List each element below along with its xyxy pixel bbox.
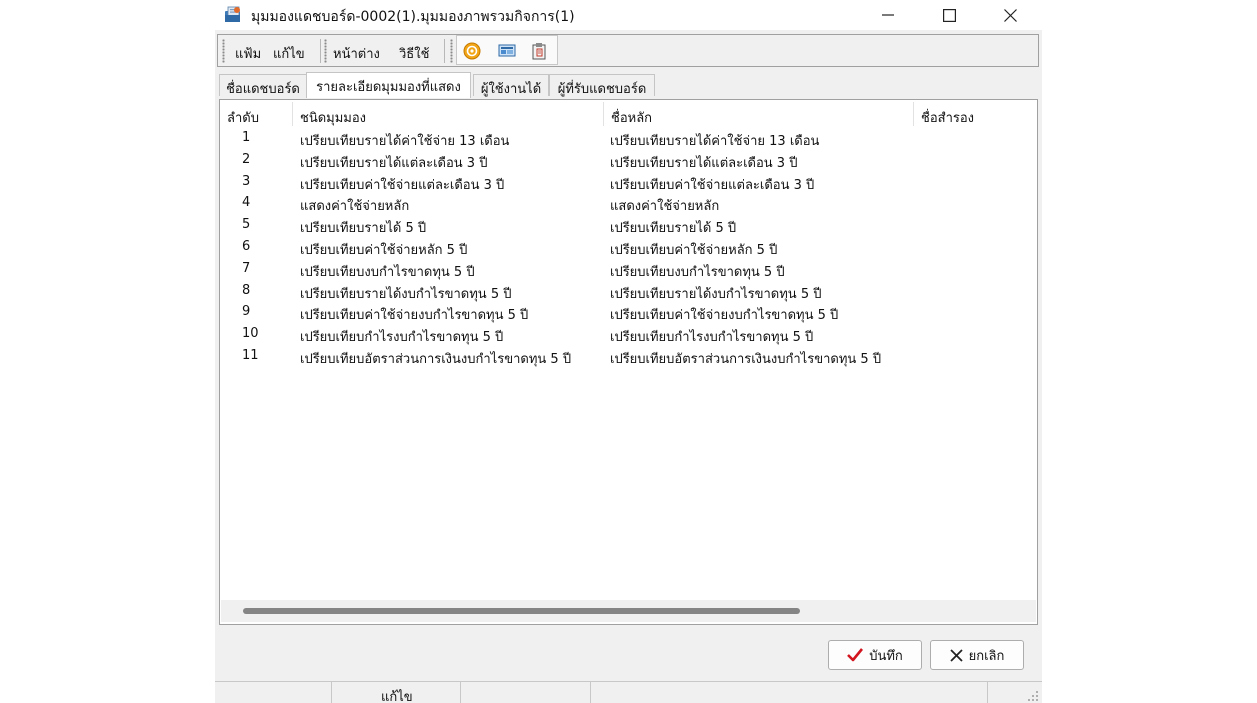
menu-separator	[320, 39, 321, 63]
window-title: มุมมองแดชบอร์ด-0002(1).มุมมองภาพรวมกิจกา…	[251, 9, 575, 25]
cancel-button-label: ยกเลิก	[968, 648, 1005, 664]
cell-order: 6	[242, 239, 251, 254]
title-bar[interactable]: มุมมองแดชบอร์ด-0002(1).มุมมองภาพรวมกิจกา…	[215, 0, 1042, 30]
save-button[interactable]: บันทึก	[828, 640, 922, 670]
dashboard-view-window: มุมมองแดชบอร์ด-0002(1).มุมมองภาพรวมกิจกา…	[215, 0, 1042, 703]
table-row[interactable]: 3 เปรียบเทียบค่าใช้จ่ายแต่ละเดือน 3 ปี เปร…	[220, 171, 1037, 193]
cell-order: 2	[242, 151, 251, 167]
table-row[interactable]: 2 เปรียบเทียบรายได้แต่ละเดือน 3 ปี เปรียบเ…	[220, 149, 1037, 171]
status-divider	[460, 682, 461, 703]
screen-icon[interactable]	[498, 42, 516, 60]
menu-bar: แฟ้ม แก้ไข หน้าต่าง วิธีใช้	[217, 34, 1039, 67]
tab-label: ผู้ที่รับแดชบอร์ด	[557, 82, 647, 97]
toolbar-area: แฟ้ม แก้ไข หน้าต่าง วิธีใช้	[215, 32, 1042, 70]
cell-order: 11	[242, 348, 259, 363]
help-circle-icon[interactable]	[463, 42, 481, 60]
menu-grip[interactable]	[222, 39, 225, 63]
menu-separator-2	[444, 39, 445, 63]
menu-window[interactable]: หน้าต่าง	[333, 43, 380, 64]
toolbar-grip[interactable]	[450, 39, 453, 63]
tab-label: ชื่อแดชบอร์ด	[226, 82, 300, 97]
table-row[interactable]: 1 เปรียบเทียบรายได้ค่าใช้จ่าย 13 เดือน เปร…	[220, 127, 1037, 149]
status-divider	[987, 682, 988, 703]
cell-order: 7	[242, 260, 251, 276]
column-header-main-name[interactable]: ชื่อหลัก	[604, 102, 914, 126]
tab-view-details[interactable]: รายละเอียดมุมมองที่แสดง	[306, 72, 471, 98]
tab-users[interactable]: ผู้ใช้งานได้	[473, 74, 549, 97]
table-row[interactable]: 9 เปรียบเทียบค่าใช้จ่ายงบกำไรขาดทุน 5 ปีเ…	[220, 301, 1037, 323]
maximize-icon	[942, 8, 956, 22]
minimize-button[interactable]	[865, 0, 911, 30]
toolbar-icon-group	[456, 35, 558, 65]
table-row[interactable]: 11 เปรียบเทียบอัตราส่วนการเงินงบกำไรขาดทุ…	[220, 345, 1037, 367]
close-button[interactable]	[987, 0, 1033, 30]
menu-grip-2[interactable]	[324, 39, 327, 63]
close-icon	[1003, 8, 1017, 22]
cell-main-name: เปรียบเทียบอัตราส่วนการเงินงบกำไรขาดทุน …	[610, 352, 882, 367]
view-list[interactable]: ลำดับ ชนิดมุมมอง ชื่อหลัก ชื่อสำรอง 1 เปร…	[219, 99, 1038, 625]
table-row[interactable]: 6 เปรียบเทียบค่าใช้จ่ายหลัก 5 ปี เปรียบเที…	[220, 236, 1037, 258]
table-row[interactable]: 7 เปรียบเทียบงบกำไรขาดทุน 5 ปี เปรียบเทียบ…	[220, 258, 1037, 280]
column-header-order[interactable]: ลำดับ	[220, 102, 293, 126]
column-header-alt-name[interactable]: ชื่อสำรอง	[914, 102, 1037, 126]
tab-label: รายละเอียดมุมมองที่แสดง	[316, 80, 461, 95]
table-row[interactable]: 10 เปรียบเทียบกำไรงบกำไรขาดทุน 5 ปี เปรียบ…	[220, 323, 1037, 345]
app-folder-icon	[225, 6, 240, 22]
horizontal-scrollbar[interactable]	[221, 600, 1036, 622]
tab-strip: ชื่อแดชบอร์ด รายละเอียดมุมมองที่แสดง ผู้…	[215, 72, 1042, 98]
tab-label: ผู้ใช้งานได้	[480, 82, 542, 97]
cell-order: 5	[242, 217, 251, 233]
tab-dashboard-name[interactable]: ชื่อแดชบอร์ด	[219, 74, 307, 97]
cell-order: 10	[242, 326, 259, 342]
table-row[interactable]: 4 แสดงค่าใช้จ่ายหลัก แสดงค่าใช้จ่ายหลัก	[220, 192, 1037, 214]
cell-order: 1	[242, 130, 251, 145]
status-divider	[331, 682, 332, 703]
status-mode: แก้ไข	[381, 690, 413, 703]
clipboard-icon[interactable]	[530, 42, 548, 60]
status-divider	[590, 682, 591, 703]
cell-order: 3	[242, 173, 251, 189]
menu-help[interactable]: วิธีใช้	[399, 43, 429, 64]
cell-order: 4	[242, 195, 251, 211]
table-row[interactable]: 5 เปรียบเทียบรายได้ 5 ปี เปรียบเทียบรายได้…	[220, 214, 1037, 236]
table-row[interactable]: 8 เปรียบเทียบรายได้งบกำไรขาดทุน 5 ปี เปรีย…	[220, 280, 1037, 302]
save-button-label: บันทึก	[869, 648, 903, 664]
cell-order: 8	[242, 282, 251, 298]
maximize-button[interactable]	[926, 0, 972, 30]
minimize-icon	[882, 14, 894, 16]
menu-file[interactable]: แฟ้ม	[235, 43, 261, 64]
column-header-view-type[interactable]: ชนิดมุมมอง	[293, 102, 604, 126]
scrollbar-thumb[interactable]	[243, 608, 800, 614]
checkmark-icon	[847, 648, 864, 662]
cell-order: 9	[242, 304, 251, 320]
resize-grip-icon[interactable]	[1027, 690, 1039, 702]
cancel-button[interactable]: ยกเลิก	[930, 640, 1024, 670]
tab-recipients[interactable]: ผู้ที่รับแดชบอร์ด	[549, 74, 655, 97]
status-bar: แก้ไข	[215, 681, 1042, 703]
menu-edit[interactable]: แก้ไข	[273, 43, 305, 64]
cross-icon	[949, 648, 963, 662]
cell-view-type: เปรียบเทียบอัตราส่วนการเงินงบกำไรขาดทุน …	[300, 352, 572, 367]
